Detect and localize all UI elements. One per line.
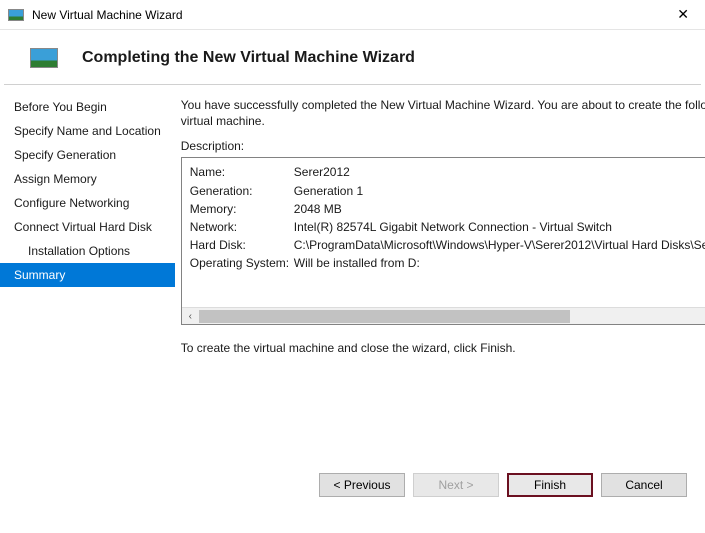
description-box: Name: Serer2012 Generation: Generation 1… [181, 157, 705, 325]
scroll-thumb[interactable] [199, 310, 570, 323]
sidebar-item-before-you-begin[interactable]: Before You Begin [0, 95, 175, 119]
description-content: Name: Serer2012 Generation: Generation 1… [182, 158, 705, 275]
page-title: Completing the New Virtual Machine Wizar… [82, 49, 415, 67]
value-name: Serer2012 [294, 164, 350, 180]
value-generation: Generation 1 [294, 183, 363, 199]
value-network: Intel(R) 82574L Gigabit Network Connecti… [294, 219, 612, 235]
value-harddisk: C:\ProgramData\Microsoft\Windows\Hyper-V… [294, 237, 705, 253]
label-name: Name: [190, 164, 294, 180]
sidebar-item-assign-memory[interactable]: Assign Memory [0, 167, 175, 191]
label-network: Network: [190, 219, 294, 235]
description-label: Description: [181, 139, 705, 153]
close-icon[interactable]: ✕ [669, 2, 697, 27]
label-generation: Generation: [190, 183, 294, 199]
sidebar-item-connect-vhd[interactable]: Connect Virtual Hard Disk [0, 215, 175, 239]
body: Before You Begin Specify Name and Locati… [0, 85, 705, 435]
row-generation: Generation: Generation 1 [190, 183, 705, 199]
titlebar: New Virtual Machine Wizard ✕ [0, 0, 705, 30]
row-memory: Memory: 2048 MB [190, 201, 705, 217]
sidebar-item-installation-options[interactable]: Installation Options [0, 239, 175, 263]
finish-instruction: To create the virtual machine and close … [181, 341, 705, 355]
scroll-left-icon[interactable]: ‹ [182, 308, 199, 325]
row-network: Network: Intel(R) 82574L Gigabit Network… [190, 219, 705, 235]
sidebar-item-specify-generation[interactable]: Specify Generation [0, 143, 175, 167]
sidebar-item-summary[interactable]: Summary [0, 263, 175, 287]
finish-button[interactable]: Finish [507, 473, 593, 497]
window-title: New Virtual Machine Wizard [32, 8, 669, 22]
cancel-button[interactable]: Cancel [601, 473, 687, 497]
sidebar-item-configure-networking[interactable]: Configure Networking [0, 191, 175, 215]
row-harddisk: Hard Disk: C:\ProgramData\Microsoft\Wind… [190, 237, 705, 253]
value-os: Will be installed from D: [294, 255, 420, 271]
wizard-header: Completing the New Virtual Machine Wizar… [0, 30, 705, 84]
main-panel: You have successfully completed the New … [175, 85, 705, 435]
sidebar-item-specify-name[interactable]: Specify Name and Location [0, 119, 175, 143]
label-os: Operating System: [190, 255, 294, 271]
row-os: Operating System: Will be installed from… [190, 255, 705, 271]
label-harddisk: Hard Disk: [190, 237, 294, 253]
intro-text: You have successfully completed the New … [181, 97, 705, 129]
footer: < Previous Next > Finish Cancel [0, 435, 705, 497]
sidebar: Before You Begin Specify Name and Locati… [0, 85, 175, 435]
horizontal-scrollbar[interactable]: ‹ › [182, 307, 705, 324]
app-icon [8, 9, 24, 21]
label-memory: Memory: [190, 201, 294, 217]
wizard-icon [30, 48, 58, 68]
value-memory: 2048 MB [294, 201, 342, 217]
scroll-track[interactable] [199, 308, 705, 325]
previous-button[interactable]: < Previous [319, 473, 405, 497]
next-button: Next > [413, 473, 499, 497]
row-name: Name: Serer2012 [190, 164, 705, 180]
